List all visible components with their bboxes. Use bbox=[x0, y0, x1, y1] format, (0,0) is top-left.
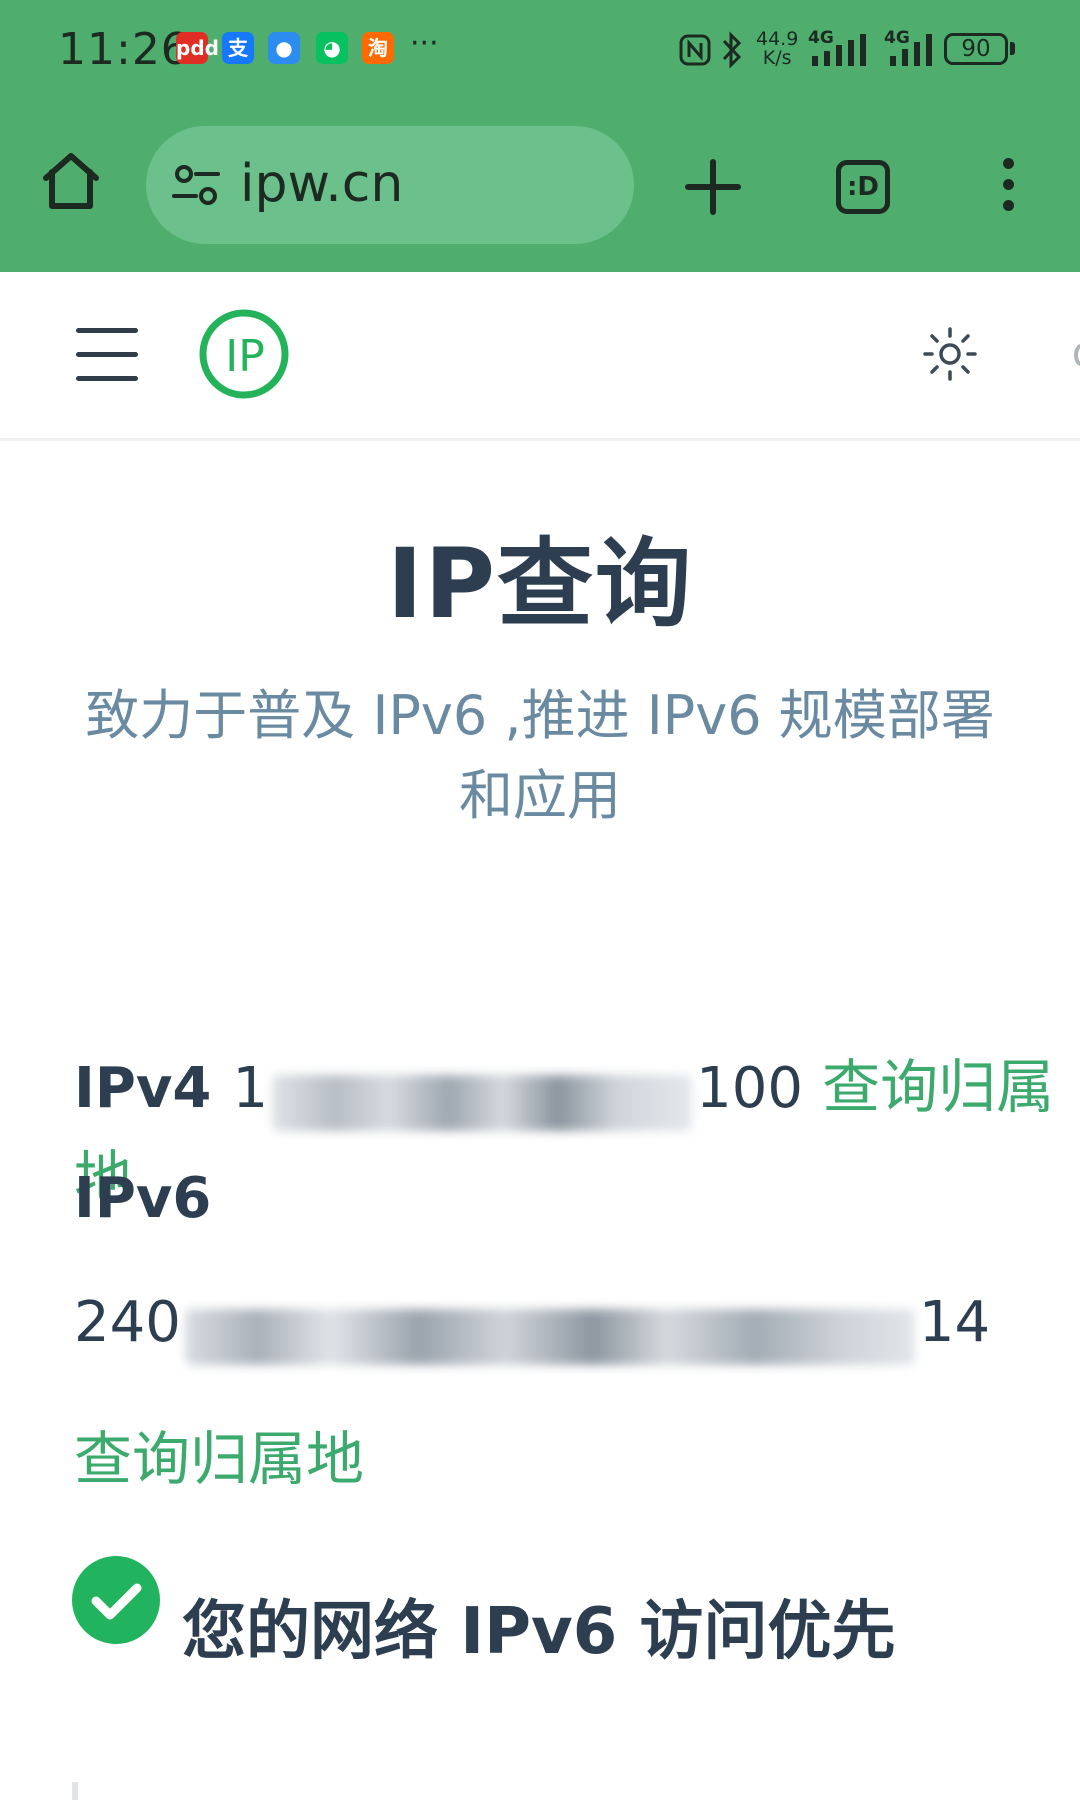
ipv4-label: IPv4 bbox=[74, 1056, 212, 1121]
battery-icon: 90 bbox=[944, 33, 1008, 65]
status-time: 11:26 bbox=[58, 24, 190, 75]
site-settings-icon[interactable] bbox=[172, 162, 220, 208]
ipv6-label-row: IPv6 bbox=[74, 1166, 211, 1231]
battery-tip bbox=[1010, 42, 1015, 55]
page-tagline: 致力于普及 IPv6 ,推进 IPv6 规模部署和应用 bbox=[85, 684, 995, 827]
sun-icon[interactable] bbox=[922, 326, 978, 382]
taobao-icon: 淘 bbox=[362, 32, 394, 64]
ipv4-row: IPv4 1 100 查询归属地 bbox=[74, 1040, 1080, 1215]
ipv6-lookup-link[interactable]: 查询归属地 bbox=[74, 1412, 364, 1496]
home-icon[interactable] bbox=[38, 148, 104, 214]
check-circle-icon bbox=[72, 1556, 160, 1644]
svg-text:IP: IP bbox=[225, 331, 265, 382]
signal-1-icon bbox=[812, 34, 866, 66]
nfc-icon bbox=[679, 34, 711, 66]
tab-switcher-button[interactable]: :D bbox=[836, 160, 890, 214]
address-bar[interactable]: ipw.cn bbox=[146, 126, 634, 244]
ipv6-status-text: 您的网络 IPv6 访问优先 bbox=[182, 1595, 896, 1669]
more-notifications-icon: ··· bbox=[410, 26, 439, 61]
ipv4-value-prefix: 1 bbox=[232, 1056, 269, 1121]
edge-partial-icon[interactable] bbox=[1074, 344, 1080, 366]
pinduoduo-icon: pdd bbox=[176, 32, 219, 64]
hamburger-menu-icon[interactable] bbox=[76, 328, 138, 381]
bluetooth-icon bbox=[722, 31, 742, 69]
wechat-icon: ◕ bbox=[316, 32, 348, 64]
ipv6-address-redacted bbox=[184, 1308, 915, 1365]
ipv4-value-suffix: 100 bbox=[696, 1056, 803, 1121]
browser-chrome: 11:26 pdd 支 ● ◕ 淘 ··· 44.9 K/s 4G 4G 90 bbox=[0, 0, 1080, 272]
page-title: IP查询 bbox=[386, 528, 694, 640]
signal-2-icon bbox=[890, 34, 932, 66]
more-menu-icon[interactable] bbox=[996, 158, 1020, 218]
ipv6-value-prefix: 240 bbox=[74, 1290, 181, 1355]
network-speed: 44.9 K/s bbox=[756, 28, 799, 69]
url-text[interactable]: ipw.cn bbox=[240, 154, 403, 214]
alipay-icon: 支 bbox=[222, 32, 254, 64]
ipv6-value-suffix: 14 bbox=[918, 1290, 991, 1355]
content-edge bbox=[72, 1782, 78, 1800]
ipv4-address-redacted bbox=[272, 1074, 693, 1131]
ipv6-label: IPv6 bbox=[74, 1166, 212, 1231]
site-header: IP bbox=[0, 272, 1080, 441]
ipv6-value-row: 240 14 bbox=[74, 1290, 990, 1365]
ip-logo-icon[interactable]: IP bbox=[198, 308, 290, 400]
message-icon: ● bbox=[268, 32, 300, 64]
new-tab-icon[interactable] bbox=[682, 156, 744, 218]
